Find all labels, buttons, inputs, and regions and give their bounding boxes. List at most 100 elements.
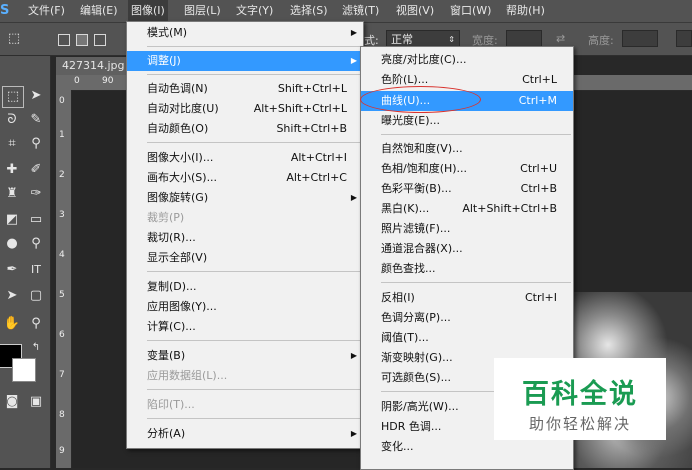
menu-separator (147, 340, 361, 341)
width-input[interactable] (506, 30, 542, 47)
history-brush-tool-icon[interactable]: ✑ (26, 184, 46, 204)
menu-item-shortcut: Alt+Ctrl+I (290, 151, 347, 164)
zoom-tool-icon[interactable]: ⚲ (26, 314, 46, 334)
menu-item-label: 应用数据组(L)... (147, 369, 228, 382)
menu-item-reveal-all[interactable]: 显示全部(V) (127, 248, 363, 268)
menu-layer[interactable]: 图层(L) (184, 0, 221, 22)
menu-window[interactable]: 窗口(W) (450, 0, 491, 22)
menu-separator (147, 74, 361, 75)
menu-type[interactable]: 文字(Y) (236, 0, 273, 22)
submenu-item-invert[interactable]: 反相(I) Ctrl+I (361, 288, 573, 308)
menu-item-label: 应用图像(Y)... (147, 300, 217, 313)
rect-marquee-tool-icon[interactable]: ⬚ (2, 86, 24, 108)
height-input[interactable] (622, 30, 658, 47)
submenu-item-variations[interactable]: 变化... (361, 437, 573, 457)
menu-item-shortcut: Alt+Shift+Ctrl+L (253, 102, 347, 115)
menu-item-label: 计算(C)... (147, 320, 196, 333)
eraser-tool-icon[interactable]: ◩ (2, 210, 22, 230)
menu-item-image-size[interactable]: 图像大小(I)... Alt+Ctrl+I (127, 148, 363, 168)
submenu-item-channel-mixer[interactable]: 通道混合器(X)... (361, 239, 573, 259)
move-tool-icon[interactable]: ➤ (26, 86, 46, 106)
submenu-item-threshold[interactable]: 阈值(T)... (361, 328, 573, 348)
menu-file[interactable]: 文件(F) (28, 0, 65, 22)
menu-item-analysis[interactable]: 分析(A) ▶ (127, 424, 363, 444)
crop-tool-icon[interactable]: ⌗ (2, 134, 22, 154)
menu-image[interactable]: 图像(I) (128, 0, 168, 22)
clone-stamp-tool-icon[interactable]: ♜ (2, 184, 22, 204)
menu-item-crop: 裁剪(P) (127, 208, 363, 228)
marquee-preset-icon[interactable]: ⬚ (4, 29, 24, 49)
quick-mask-icon[interactable]: ◙ (2, 392, 22, 412)
ruler-label: 4 (59, 250, 65, 260)
path-select-tool-icon[interactable]: ➤ (2, 286, 22, 306)
menu-item-label: 色彩平衡(B)... (381, 182, 452, 195)
menu-item-mode[interactable]: 模式(M) ▶ (127, 23, 363, 43)
submenu-item-black-white[interactable]: 黑白(K)... Alt+Shift+Ctrl+B (361, 199, 573, 219)
image-menu: 模式(M) ▶ 调整(J) ▶ 自动色调(N) Shift+Ctrl+L 自动对… (126, 21, 364, 449)
healing-brush-tool-icon[interactable]: ✚ (2, 160, 22, 180)
pen-tool-icon[interactable]: ✒ (2, 260, 22, 280)
blur-tool-icon[interactable]: ● (2, 234, 22, 254)
menu-item-label: 自动对比度(U) (147, 102, 219, 115)
menu-item-label: 图像大小(I)... (147, 151, 214, 164)
menu-item-label: 裁切(R)... (147, 231, 196, 244)
quick-select-tool-icon[interactable]: ✎ (26, 110, 46, 130)
swap-icon[interactable]: ⇄ (556, 32, 565, 45)
menu-item-auto-color[interactable]: 自动颜色(O) Shift+Ctrl+B (127, 119, 363, 139)
menu-help[interactable]: 帮助(H) (506, 0, 545, 22)
type-tool-icon[interactable]: IT (26, 260, 46, 280)
menu-item-label: 画布大小(S)... (147, 171, 218, 184)
menu-item-label: 阈值(T)... (381, 331, 429, 344)
submenu-item-hue-saturation[interactable]: 色相/饱和度(H)... Ctrl+U (361, 159, 573, 179)
menu-item-label: 照片滤镜(F)... (381, 222, 451, 235)
lasso-tool-icon[interactable]: ᘐ (2, 110, 22, 130)
menu-item-calculations[interactable]: 计算(C)... (127, 317, 363, 337)
eyedropper-tool-icon[interactable]: ⚲ (26, 134, 46, 154)
menu-item-shortcut: Alt+Shift+Ctrl+B (462, 202, 557, 215)
menu-filter[interactable]: 滤镜(T) (342, 0, 379, 22)
submenu-arrow-icon: ▶ (350, 193, 357, 202)
dodge-tool-icon[interactable]: ⚲ (26, 234, 46, 254)
menu-item-image-rotation[interactable]: 图像旋转(G) ▶ (127, 188, 363, 208)
menu-item-auto-tone[interactable]: 自动色调(N) Shift+Ctrl+L (127, 79, 363, 99)
menu-item-apply-data-set: 应用数据组(L)... (127, 366, 363, 386)
menu-item-adjust[interactable]: 调整(J) ▶ (127, 51, 363, 71)
background-color-swatch[interactable] (12, 358, 36, 382)
menu-edit[interactable]: 编辑(E) (80, 0, 118, 22)
style-select[interactable]: 正常 ⇕ (386, 30, 460, 47)
add-selection-icon[interactable] (76, 34, 88, 46)
submenu-arrow-icon: ▶ (350, 28, 357, 37)
submenu-item-posterize[interactable]: 色调分离(P)... (361, 308, 573, 328)
shape-tool-icon[interactable]: ▢ (26, 286, 46, 306)
menu-item-apply-image[interactable]: 应用图像(Y)... (127, 297, 363, 317)
menu-bar: S 文件(F) 编辑(E) 图像(I) 图层(L) 文字(Y) 选择(S) 滤镜… (0, 0, 692, 23)
swap-colors-icon[interactable]: ↰ (26, 338, 46, 358)
submenu-item-exposure[interactable]: 曝光度(E)... (361, 111, 573, 131)
menu-select[interactable]: 选择(S) (290, 0, 328, 22)
menu-item-variables[interactable]: 变量(B) ▶ (127, 346, 363, 366)
menu-item-duplicate[interactable]: 复制(D)... (127, 277, 363, 297)
app-logo: S (0, 3, 10, 18)
menu-item-auto-contrast[interactable]: 自动对比度(U) Alt+Shift+Ctrl+L (127, 99, 363, 119)
submenu-item-photo-filter[interactable]: 照片滤镜(F)... (361, 219, 573, 239)
submenu-item-color-balance[interactable]: 色彩平衡(B)... Ctrl+B (361, 179, 573, 199)
screen-mode-icon[interactable]: ▣ (26, 392, 46, 412)
menu-item-label: 阴影/高光(W)... (381, 400, 459, 413)
menu-item-trap: 陷印(T)... (127, 395, 363, 415)
menu-view[interactable]: 视图(V) (396, 0, 434, 22)
refine-edge-button[interactable] (676, 30, 692, 47)
hand-tool-icon[interactable]: ✋ (2, 314, 22, 334)
new-selection-icon[interactable] (58, 34, 70, 46)
menu-item-canvas-size[interactable]: 画布大小(S)... Alt+Ctrl+C (127, 168, 363, 188)
menu-item-label: 通道混合器(X)... (381, 242, 463, 255)
menu-item-label: 变化... (381, 440, 414, 453)
brush-tool-icon[interactable]: ✐ (26, 160, 46, 180)
menu-item-shortcut: Ctrl+I (524, 291, 557, 304)
menu-item-trim[interactable]: 裁切(R)... (127, 228, 363, 248)
gradient-tool-icon[interactable]: ▭ (26, 210, 46, 230)
submenu-item-vibrance[interactable]: 自然饱和度(V)... (361, 139, 573, 159)
submenu-item-color-lookup[interactable]: 颜色查找... (361, 259, 573, 279)
submenu-item-brightness-contrast[interactable]: 亮度/对比度(C)... (361, 50, 573, 70)
subtract-selection-icon[interactable] (94, 34, 106, 46)
menu-separator (147, 389, 361, 390)
